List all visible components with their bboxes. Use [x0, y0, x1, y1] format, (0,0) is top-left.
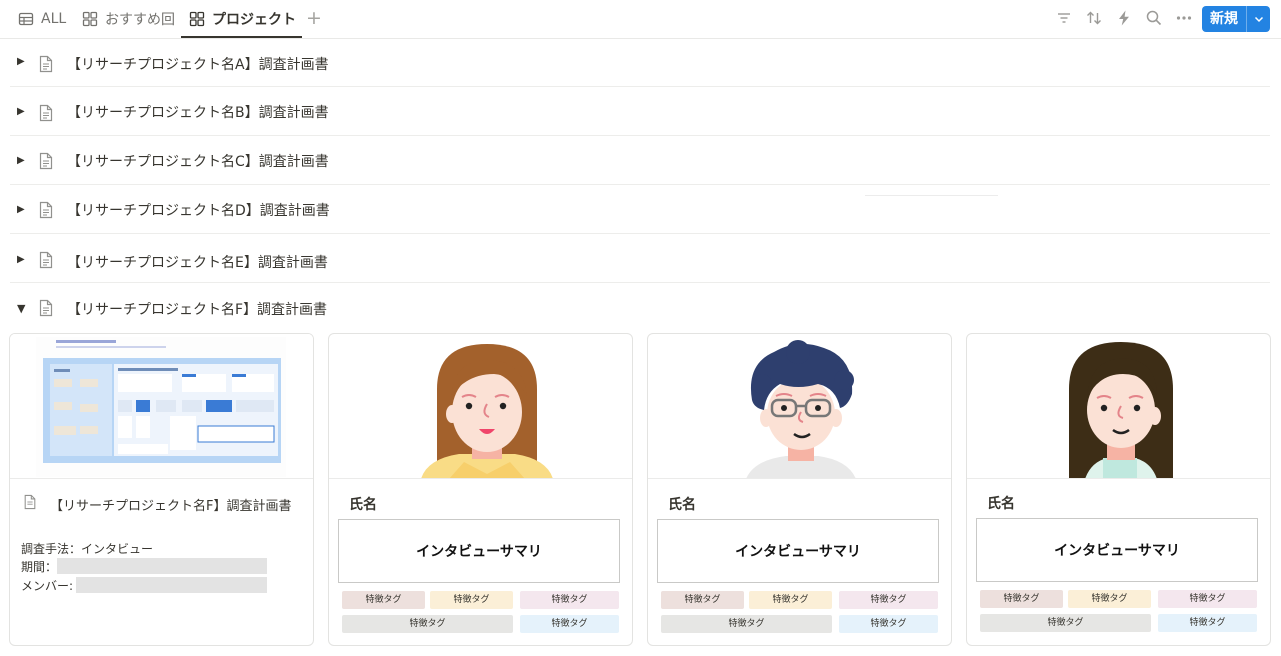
new-button[interactable]: 新規 — [1202, 6, 1270, 32]
avatar — [967, 334, 1270, 479]
document-icon — [39, 104, 53, 122]
interview-summary-label: インタビューサマリ — [735, 544, 861, 560]
expand-toggle-icon[interactable]: ▶ — [17, 254, 25, 265]
expand-toggle-icon[interactable]: ▶ — [17, 56, 25, 67]
tab-project-label: プロジェクト — [212, 12, 296, 28]
period-value-redacted — [57, 558, 267, 574]
person-name[interactable]: 氏名 — [668, 494, 696, 514]
feature-tag: 特徴タグ — [1158, 614, 1257, 632]
feature-tag: 特徴タグ — [749, 591, 832, 609]
period-property-label: 期間： — [21, 560, 58, 574]
list-row[interactable]: ▶ 【リサーチプロジェクト名B】調査計画書 — [10, 88, 1270, 136]
table-icon — [18, 12, 34, 26]
view-tab-bar: ALL おすすめ回 プロジェクト + 新規 — [0, 0, 1281, 39]
avatar — [648, 334, 951, 479]
document-icon — [39, 152, 53, 170]
active-tab-indicator — [181, 36, 302, 38]
feature-tag: 特徴タグ — [520, 615, 619, 633]
interview-summary-label: インタビューサマリ — [1054, 543, 1180, 559]
list-row[interactable]: ▶ 【リサーチプロジェクト名D】調査計画書 — [10, 186, 1270, 234]
row-title[interactable]: 【リサーチプロジェクト名E】調査計画書 — [67, 252, 328, 272]
feature-tag: 特徴タグ — [839, 615, 938, 633]
tab-recommended-label: おすすめ回 — [105, 12, 175, 28]
document-icon — [39, 299, 53, 317]
woman-dark-hair-avatar — [1069, 342, 1173, 478]
row-title[interactable]: 【リサーチプロジェクト名B】調査計画書 — [67, 102, 329, 122]
list-row[interactable]: ▶ 【リサーチプロジェクト名A】調査計画書 — [10, 39, 1270, 87]
row-title[interactable]: 【リサーチプロジェクト名F】調査計画書 — [67, 299, 327, 319]
filter-icon[interactable] — [1055, 9, 1073, 27]
man-glasses-avatar — [746, 340, 856, 478]
expand-toggle-icon[interactable]: ▶ — [17, 204, 25, 215]
feature-tag: 特徴タグ — [1158, 590, 1257, 608]
row-title[interactable]: 【リサーチプロジェクト名D】調査計画書 — [67, 200, 330, 220]
divider — [865, 195, 998, 196]
feature-tag: 特徴タグ — [661, 615, 832, 633]
method-property: 調査手法：インタビュー — [21, 542, 154, 556]
row-title[interactable]: 【リサーチプロジェクト名A】調査計画書 — [67, 54, 329, 74]
feature-tag: 特徴タグ — [661, 591, 744, 609]
person-card[interactable]: 氏名 インタビューサマリ 特徴タグ 特徴タグ 特徴タグ 特徴タグ 特徴タグ — [328, 333, 633, 646]
document-preview-image — [10, 334, 313, 479]
tab-project[interactable]: プロジェクト — [189, 7, 296, 31]
collapse-toggle-icon[interactable]: ▼ — [17, 302, 25, 315]
document-icon — [24, 494, 36, 510]
add-view-button[interactable]: + — [306, 7, 322, 29]
lightning-icon[interactable] — [1115, 9, 1133, 27]
feature-tag: 特徴タグ — [839, 591, 938, 609]
interview-summary-box: インタビューサマリ — [657, 519, 939, 583]
expand-toggle-icon[interactable]: ▶ — [17, 106, 25, 117]
document-icon — [39, 55, 53, 73]
person-card[interactable]: 氏名 インタビューサマリ 特徴タグ 特徴タグ 特徴タグ 特徴タグ 特徴タグ — [966, 333, 1271, 646]
sort-icon[interactable] — [1085, 9, 1103, 27]
person-card[interactable]: 氏名 インタビューサマリ 特徴タグ 特徴タグ 特徴タグ 特徴タグ 特徴タグ — [647, 333, 952, 646]
tab-all-label: ALL — [41, 11, 67, 27]
list-row[interactable]: ▶ 【リサーチプロジェクト名E】調査計画書 — [10, 235, 1270, 283]
gallery-icon — [189, 11, 205, 27]
interview-summary-label: インタビューサマリ — [416, 544, 542, 560]
avatar — [329, 334, 632, 479]
feature-tag: 特徴タグ — [980, 590, 1063, 608]
person-name[interactable]: 氏名 — [987, 493, 1015, 513]
project-card[interactable]: 【リサーチプロジェクト名F】調査計画書 調査手法：インタビュー 期間： メンバー… — [9, 333, 314, 646]
expand-toggle-icon[interactable]: ▶ — [17, 155, 25, 166]
list-row[interactable]: ▶ 【リサーチプロジェクト名C】調査計画書 — [10, 137, 1270, 185]
search-icon[interactable] — [1145, 9, 1163, 27]
feature-tag: 特徴タグ — [520, 591, 619, 609]
feature-tag: 特徴タグ — [980, 614, 1151, 632]
new-button-dropdown[interactable] — [1247, 6, 1270, 32]
new-button-label[interactable]: 新規 — [1202, 6, 1246, 32]
feature-tag: 特徴タグ — [342, 615, 513, 633]
woman-brown-hair-avatar — [421, 344, 553, 478]
feature-tag: 特徴タグ — [430, 591, 513, 609]
row-title[interactable]: 【リサーチプロジェクト名C】調査計画書 — [67, 151, 329, 171]
gallery-icon — [82, 11, 98, 27]
chevron-down-icon — [1254, 16, 1263, 23]
member-value-redacted — [76, 577, 267, 593]
tab-all[interactable]: ALL — [18, 7, 66, 31]
member-property-label: メンバー: — [21, 579, 74, 593]
interview-summary-box: インタビューサマリ — [338, 519, 620, 583]
more-icon[interactable] — [1175, 9, 1193, 27]
feature-tag: 特徴タグ — [342, 591, 425, 609]
list-row-expanded[interactable]: ▼ 【リサーチプロジェクト名F】調査計画書 — [10, 284, 1270, 332]
document-icon — [39, 201, 53, 219]
feature-tag: 特徴タグ — [1068, 590, 1151, 608]
research-plan-thumbnail — [10, 334, 313, 478]
tab-recommended[interactable]: おすすめ回 — [82, 7, 175, 31]
person-name[interactable]: 氏名 — [349, 494, 377, 514]
project-card-title[interactable]: 【リサーチプロジェクト名F】調査計画書 — [50, 495, 291, 514]
document-icon — [39, 251, 53, 269]
interview-summary-box: インタビューサマリ — [976, 518, 1258, 582]
